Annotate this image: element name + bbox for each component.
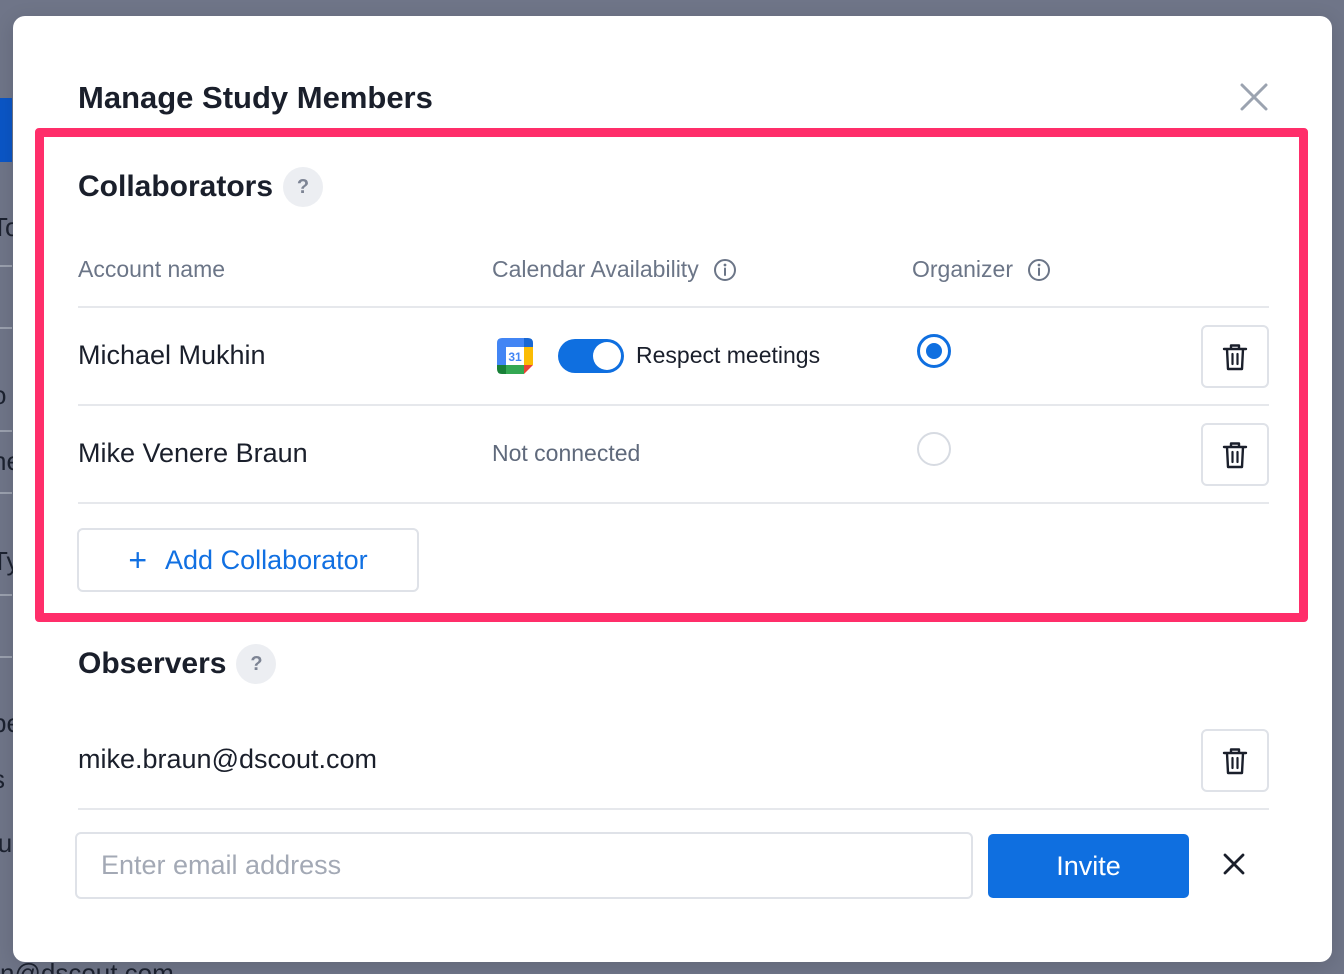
manage-members-modal: Manage Study Members Collaborators ? Acc… <box>13 16 1332 962</box>
backdrop-divider <box>0 327 12 329</box>
delete-button[interactable] <box>1201 729 1269 792</box>
trash-icon <box>1222 343 1248 370</box>
backdrop-text: lu <box>0 828 13 858</box>
backdrop-blue-tab <box>0 98 12 162</box>
email-input[interactable] <box>75 832 973 899</box>
delete-button[interactable] <box>1201 325 1269 388</box>
observer-email: mike.braun@dscout.com <box>78 744 378 774</box>
calendar-day: 31 <box>508 350 522 364</box>
trash-icon <box>1222 441 1248 468</box>
collaborators-title: Collaborators <box>78 170 274 203</box>
respect-meetings-toggle[interactable] <box>558 339 624 373</box>
invite-button[interactable]: Invite <box>988 834 1189 898</box>
backdrop-divider <box>0 594 12 596</box>
backdrop-divider <box>0 492 12 494</box>
backdrop-divider <box>0 265 12 267</box>
toggle-knob <box>593 342 621 370</box>
collaborator-name: Mike Venere Braun <box>78 438 308 468</box>
observers-heading: Observers ? <box>78 644 277 684</box>
add-collaborator-button[interactable]: + Add Collaborator <box>77 528 419 592</box>
add-collaborator-label: Add Collaborator <box>165 544 368 575</box>
column-header-organizer: Organizer <box>912 256 1051 283</box>
close-button[interactable] <box>1235 78 1273 116</box>
backdrop-divider <box>0 656 12 658</box>
collaborators-heading: Collaborators ? <box>78 167 324 207</box>
plus-icon: + <box>128 542 148 578</box>
column-label: Calendar Availability <box>492 256 699 282</box>
column-label: Organizer <box>912 256 1013 282</box>
backdrop-divider <box>0 430 12 432</box>
backdrop-text: o <box>0 380 6 411</box>
help-icon[interactable]: ? <box>236 644 277 684</box>
collaborator-name: Michael Mukhin <box>78 340 266 370</box>
modal-title: Manage Study Members <box>78 80 433 115</box>
table-divider <box>78 502 1269 504</box>
organizer-radio[interactable] <box>917 334 951 368</box>
table-divider <box>78 306 1269 308</box>
cancel-invite-button[interactable] <box>1218 848 1250 880</box>
column-header-account-name: Account name <box>78 256 225 283</box>
google-calendar-icon: 31 <box>497 338 533 374</box>
close-icon <box>1223 853 1245 875</box>
close-icon <box>1240 83 1268 111</box>
delete-button[interactable] <box>1201 423 1269 486</box>
info-icon[interactable] <box>1027 258 1051 282</box>
calendar-status: Not connected <box>492 440 641 466</box>
backdrop-text: s <box>0 764 5 795</box>
column-header-calendar-availability: Calendar Availability <box>492 256 737 283</box>
table-divider <box>78 808 1269 810</box>
respect-meetings-label: Respect meetings <box>636 342 821 368</box>
organizer-radio[interactable] <box>917 432 951 466</box>
column-label: Account name <box>78 256 226 282</box>
help-icon[interactable]: ? <box>283 167 324 207</box>
info-icon[interactable] <box>713 258 737 282</box>
table-divider <box>78 404 1269 406</box>
trash-icon <box>1222 747 1248 774</box>
observers-title: Observers <box>78 647 227 680</box>
